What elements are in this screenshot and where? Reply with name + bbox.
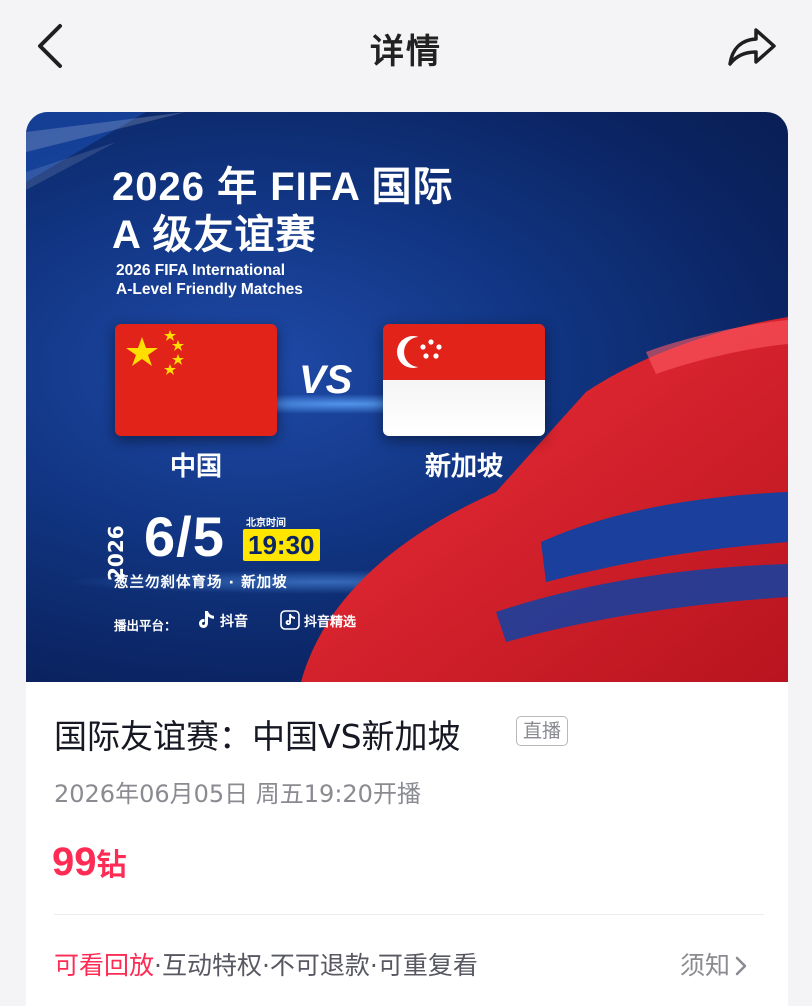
team-away-name: 新加坡 <box>424 452 503 482</box>
notice-label: 须知 <box>680 951 731 980</box>
event-card[interactable]: 2026 年 FIFA 国际 A 级友谊赛 2026 FIFA Internat… <box>26 112 788 1006</box>
share-button[interactable] <box>722 22 782 70</box>
singapore-flag <box>383 324 545 436</box>
vs-label: VS <box>299 358 353 402</box>
page-title: 详情 <box>370 32 442 72</box>
poster-title-line2: A 级友谊赛 <box>112 213 317 257</box>
poster-subtitle-line1: 2026 FIFA International <box>116 262 286 279</box>
top-nav-bar: 详情 <box>0 0 812 96</box>
time-zone-label: 北京时间 <box>246 518 286 529</box>
singapore-flag-crescent-icon <box>397 336 442 368</box>
notice-link[interactable]: 须知 <box>680 946 748 982</box>
feature-rest: ·互动特权·不可退款·可重复看 <box>154 951 478 980</box>
platform-2-text: 抖音精选 <box>304 615 357 630</box>
poster-subtitle-line2: A-Level Friendly Matches <box>116 281 303 298</box>
poster-title-line1: 2026 年 FIFA 国际 <box>112 165 454 209</box>
live-badge: 直播 <box>516 716 569 746</box>
match-venue: 葱兰勿刹体育场 · 新加坡 <box>114 575 288 591</box>
china-flag-stars-icon <box>126 330 184 375</box>
team-home-name: 中国 <box>169 452 222 482</box>
feature-replay: 可看回放 <box>54 951 155 980</box>
match-time: 19:30 <box>243 529 320 561</box>
match-poster[interactable]: 2026 年 FIFA 国际 A 级友谊赛 2026 FIFA Internat… <box>26 112 788 682</box>
event-datetime: 2026年06月05日 周五19:20开播 <box>54 780 421 808</box>
event-title: 国际友谊赛：中国VS新加坡 <box>54 717 461 756</box>
platform-1-text: 抖音 <box>220 614 248 630</box>
douyin-jingxuan-logo-icon <box>280 610 300 630</box>
chevron-right-icon <box>735 956 747 976</box>
price-unit: 钻 <box>96 848 127 883</box>
feature-list: 可看回放·互动特权·不可退款·可重复看 <box>54 946 478 982</box>
divider <box>54 914 764 915</box>
douyin-logo-icon <box>199 611 214 628</box>
platform-douyin-jingxuan: 抖音精选 <box>280 610 356 630</box>
platform-douyin: 抖音 <box>198 610 248 631</box>
platform-label: 播出平台： <box>114 618 177 633</box>
price-value: 99 <box>52 840 97 884</box>
china-flag <box>115 324 277 436</box>
share-arrow-icon <box>728 28 776 66</box>
match-date: 6/5 <box>144 505 225 568</box>
event-price: 99钻 <box>52 840 127 885</box>
